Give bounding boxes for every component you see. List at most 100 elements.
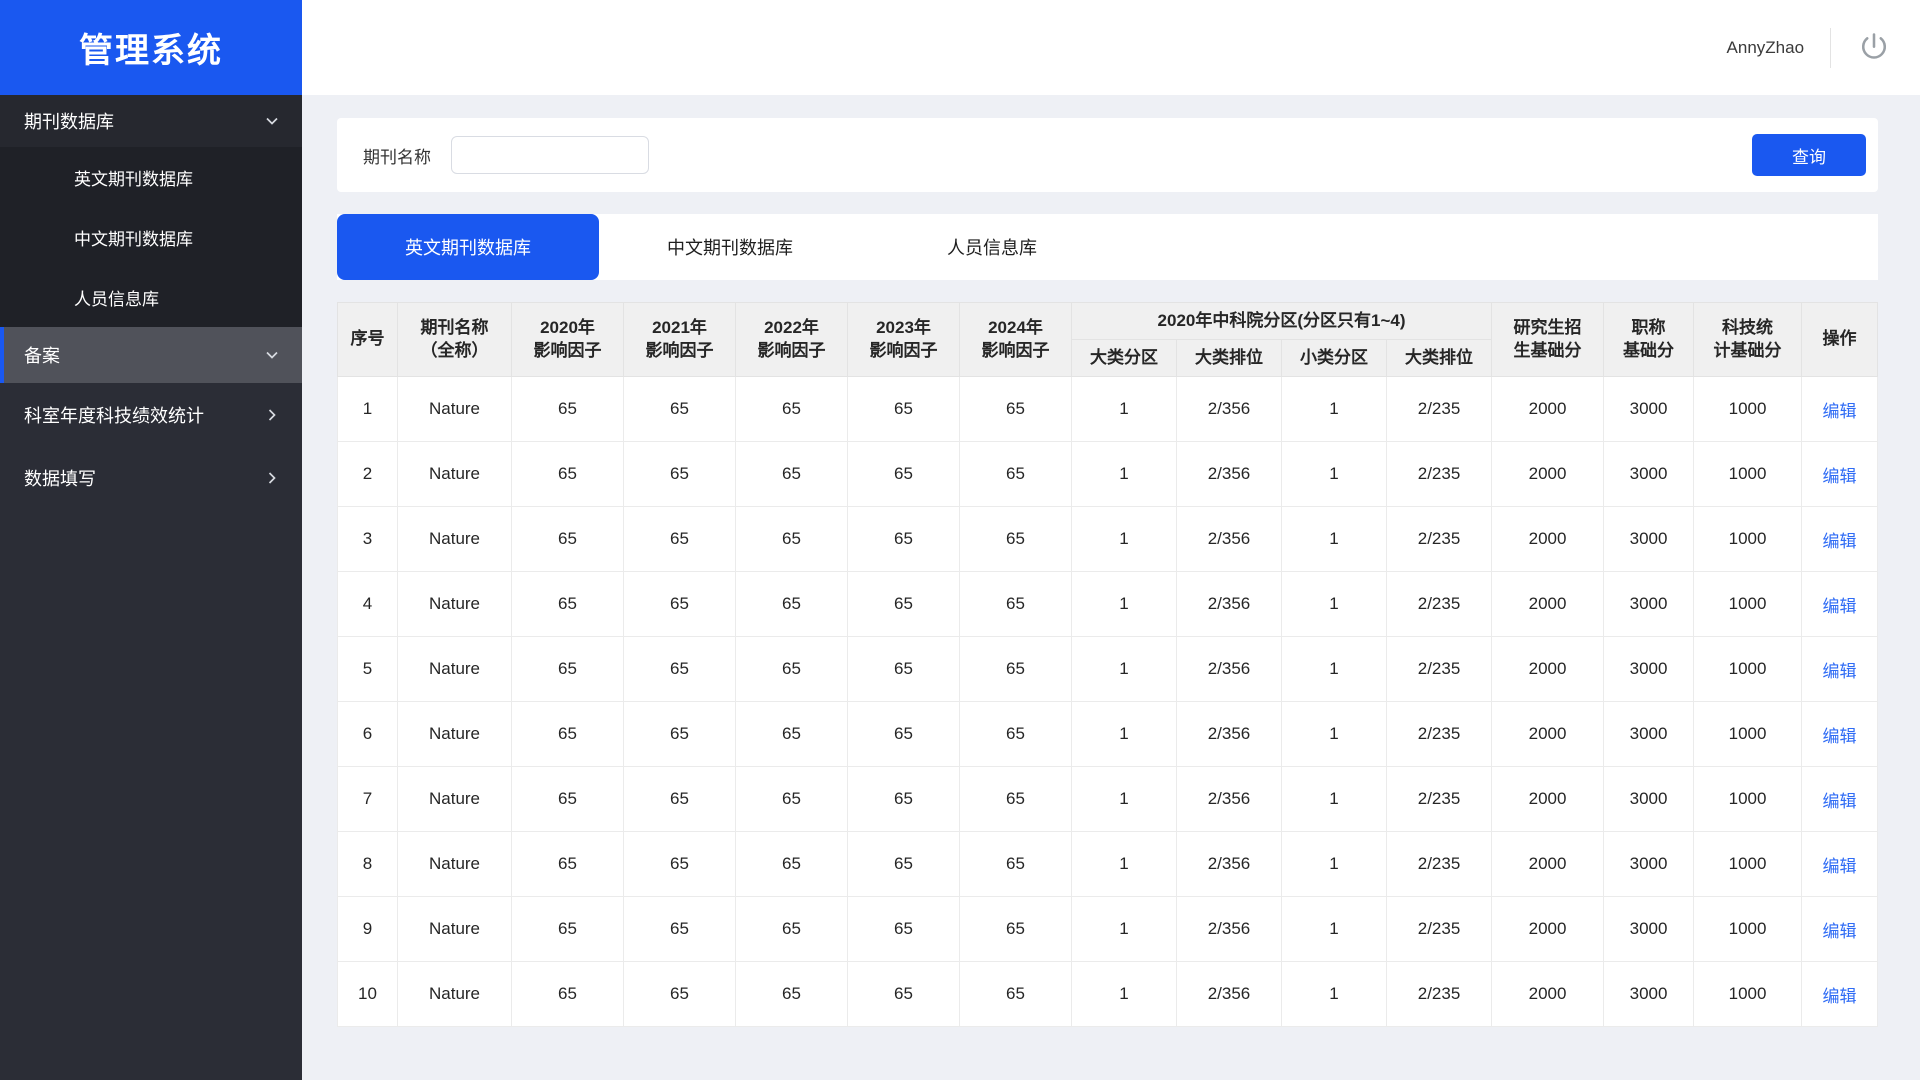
table-cell: 1 — [1282, 507, 1387, 572]
table-row: 10Nature656565656512/35612/2352000300010… — [338, 962, 1878, 1027]
table-cell: 1000 — [1694, 572, 1802, 637]
search-panel: 期刊名称 查询 — [337, 118, 1878, 192]
table-cell: 2/356 — [1177, 702, 1282, 767]
table-cell: 2/356 — [1177, 897, 1282, 962]
edit-link[interactable]: 编辑 — [1823, 532, 1857, 551]
table-cell: 2/235 — [1387, 897, 1492, 962]
tab-chinese-journal-db[interactable]: 中文期刊数据库 — [599, 214, 861, 280]
table-cell: 65 — [960, 507, 1072, 572]
chevron-right-icon — [264, 407, 280, 423]
edit-link[interactable]: 编辑 — [1823, 402, 1857, 421]
journal-table-panel: 序号 期刊名称 （全称） 2020年 影响因子 2021年 影响因子 2022年… — [337, 302, 1878, 1027]
table-cell: 65 — [512, 377, 624, 442]
table-cell: 7 — [338, 767, 398, 832]
sidebar-item-label: 人员信息库 — [74, 285, 159, 310]
edit-link[interactable]: 编辑 — [1823, 792, 1857, 811]
table-cell: 1 — [1072, 442, 1177, 507]
table-cell: Nature — [398, 767, 512, 832]
table-cell: 1000 — [1694, 832, 1802, 897]
table-cell: 1 — [1072, 377, 1177, 442]
col-if-2024: 2024年 影响因子 — [960, 303, 1072, 377]
table-cell: 65 — [512, 507, 624, 572]
journal-table-body: 1Nature656565656512/35612/23520003000100… — [338, 377, 1878, 1027]
table-cell: 2/356 — [1177, 832, 1282, 897]
action-cell: 编辑 — [1802, 377, 1878, 442]
edit-link[interactable]: 编辑 — [1823, 857, 1857, 876]
tab-english-journal-db[interactable]: 英文期刊数据库 — [337, 214, 599, 280]
action-cell: 编辑 — [1802, 702, 1878, 767]
col-title-base-score: 职称 基础分 — [1604, 303, 1694, 377]
edit-link[interactable]: 编辑 — [1823, 987, 1857, 1006]
table-cell: 65 — [624, 377, 736, 442]
sidebar-item-journal-database[interactable]: 期刊数据库 — [0, 95, 302, 147]
table-cell: 1 — [1282, 702, 1387, 767]
table-cell: 1 — [1282, 442, 1387, 507]
topbar-divider — [1830, 28, 1831, 68]
table-cell: 65 — [960, 442, 1072, 507]
table-cell: 65 — [960, 572, 1072, 637]
action-cell: 编辑 — [1802, 767, 1878, 832]
sidebar-item-label: 期刊数据库 — [24, 108, 114, 134]
table-cell: 2/356 — [1177, 962, 1282, 1027]
table-row: 7Nature656565656512/35612/23520003000100… — [338, 767, 1878, 832]
sidebar-item-beian[interactable]: 备案 — [0, 327, 302, 383]
table-cell: 65 — [848, 767, 960, 832]
table-cell: 65 — [736, 767, 848, 832]
table-cell: 65 — [736, 377, 848, 442]
table-cell: 65 — [960, 702, 1072, 767]
table-row: 1Nature656565656512/35612/23520003000100… — [338, 377, 1878, 442]
sidebar: 管理系统 期刊数据库 英文期刊数据库 中文期刊数据库 人员信息库 — [0, 0, 302, 1080]
query-button[interactable]: 查询 — [1752, 134, 1866, 176]
table-cell: 3 — [338, 507, 398, 572]
table-cell: 2000 — [1492, 962, 1604, 1027]
col-cas-partition-group: 2020年中科院分区(分区只有1~4) — [1072, 303, 1492, 340]
sidebar-item-chinese-journal-db[interactable]: 中文期刊数据库 — [0, 207, 302, 267]
table-cell: 1000 — [1694, 897, 1802, 962]
sidebar-item-personnel-db[interactable]: 人员信息库 — [0, 267, 302, 327]
table-cell: 2000 — [1492, 572, 1604, 637]
sidebar-item-dept-annual-tech-stats[interactable]: 科室年度科技绩效统计 — [0, 383, 302, 446]
table-cell: 2/235 — [1387, 702, 1492, 767]
col-if-2020: 2020年 影响因子 — [512, 303, 624, 377]
app-root: 管理系统 期刊数据库 英文期刊数据库 中文期刊数据库 人员信息库 — [0, 0, 1920, 1080]
table-cell: 3000 — [1604, 637, 1694, 702]
tab-personnel-db[interactable]: 人员信息库 — [861, 214, 1123, 280]
table-cell: 65 — [512, 767, 624, 832]
sidebar-item-english-journal-db[interactable]: 英文期刊数据库 — [0, 147, 302, 207]
table-cell: 65 — [848, 637, 960, 702]
col-grad-base-score: 研究生招 生基础分 — [1492, 303, 1604, 377]
table-cell: 65 — [512, 897, 624, 962]
journal-name-label: 期刊名称 — [363, 143, 431, 168]
action-cell: 编辑 — [1802, 962, 1878, 1027]
table-cell: 2/356 — [1177, 637, 1282, 702]
sidebar-nav: 期刊数据库 英文期刊数据库 中文期刊数据库 人员信息库 备案 — [0, 95, 302, 509]
table-cell: 1 — [1072, 767, 1177, 832]
table-cell: 65 — [848, 962, 960, 1027]
table-cell: 65 — [960, 962, 1072, 1027]
table-cell: 65 — [624, 962, 736, 1027]
table-cell: 1 — [1282, 377, 1387, 442]
table-row: 9Nature656565656512/35612/23520003000100… — [338, 897, 1878, 962]
table-cell: 9 — [338, 897, 398, 962]
table-cell: 2/235 — [1387, 962, 1492, 1027]
journal-name-input[interactable] — [451, 136, 649, 174]
power-icon[interactable] — [1857, 31, 1891, 65]
action-cell: 编辑 — [1802, 507, 1878, 572]
table-cell: 3000 — [1604, 507, 1694, 572]
edit-link[interactable]: 编辑 — [1823, 922, 1857, 941]
sidebar-item-label: 中文期刊数据库 — [74, 225, 193, 250]
table-cell: 1 — [1282, 832, 1387, 897]
edit-link[interactable]: 编辑 — [1823, 662, 1857, 681]
table-cell: 2/356 — [1177, 507, 1282, 572]
table-cell: 4 — [338, 572, 398, 637]
sidebar-item-data-entry[interactable]: 数据填写 — [0, 446, 302, 509]
table-cell: 3000 — [1604, 832, 1694, 897]
action-cell: 编辑 — [1802, 637, 1878, 702]
edit-link[interactable]: 编辑 — [1823, 597, 1857, 616]
col-seq: 序号 — [338, 303, 398, 377]
edit-link[interactable]: 编辑 — [1823, 727, 1857, 746]
edit-link[interactable]: 编辑 — [1823, 467, 1857, 486]
table-cell: 65 — [624, 442, 736, 507]
table-cell: 1 — [338, 377, 398, 442]
table-cell: 2000 — [1492, 637, 1604, 702]
